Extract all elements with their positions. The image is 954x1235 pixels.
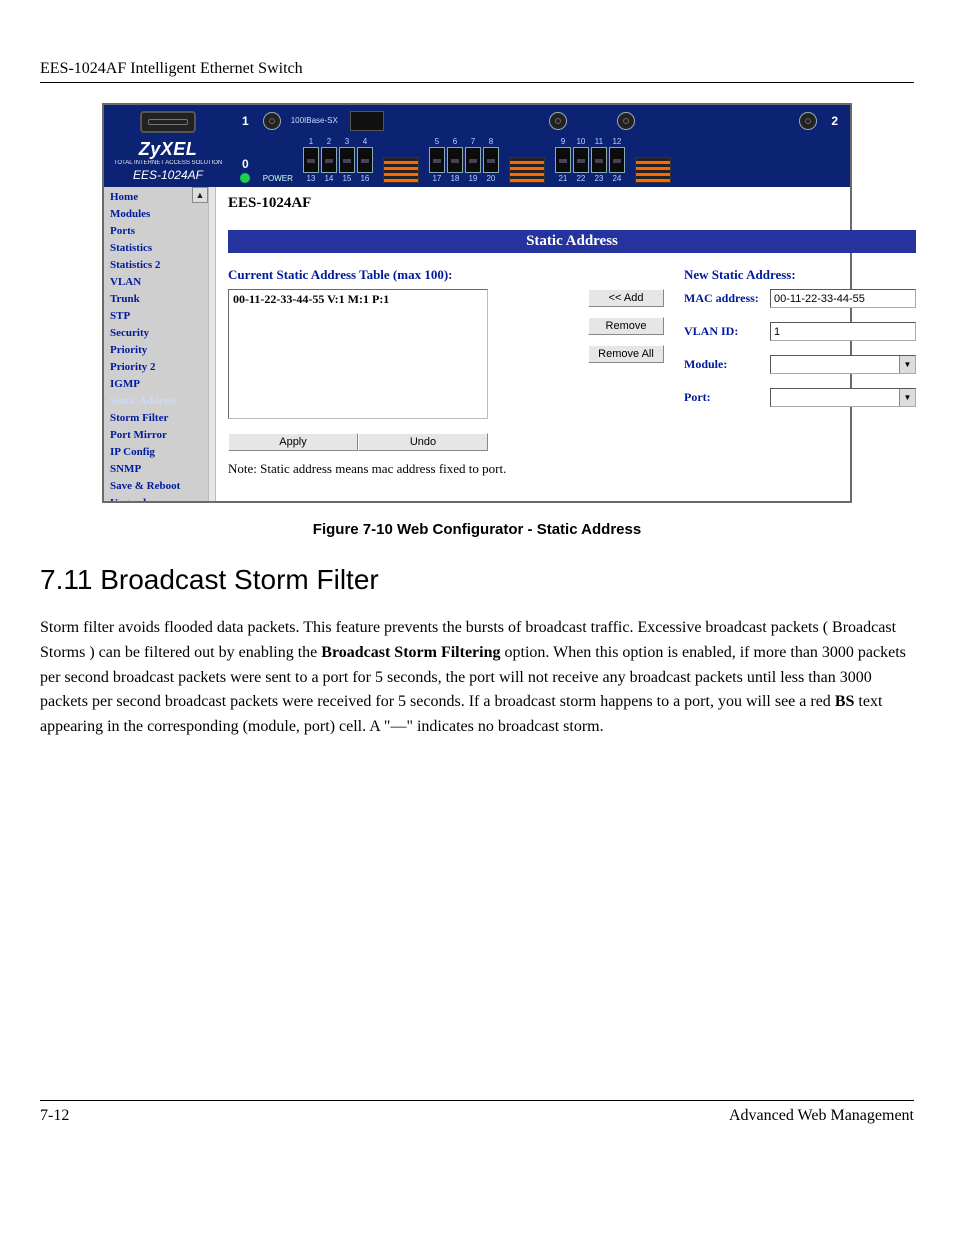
sidebar-item-security[interactable]: Security	[110, 325, 208, 342]
sidebar-item-stp[interactable]: STP	[110, 308, 208, 325]
page-title: EES-1024AF	[228, 195, 916, 212]
led-block-icon	[509, 157, 545, 183]
uplink-num: 0	[238, 157, 253, 171]
page-header: EES-1024AF Intelligent Ethernet Switch	[40, 60, 914, 78]
sidebar-item-upgrade[interactable]: Upgrade	[110, 495, 208, 501]
sidebar-item-port-mirror[interactable]: Port Mirror	[110, 427, 208, 444]
power-label: POWER	[263, 174, 293, 183]
web-configurator-screenshot: ZyXEL TOTAL INTERNET ACCESS SOLUTION EES…	[102, 103, 852, 503]
brand-model: EES-1024AF	[112, 168, 224, 182]
chevron-down-icon: ▼	[899, 356, 915, 373]
sidebar-item-priority-2[interactable]: Priority 2	[110, 359, 208, 376]
sidebar-item-save-reboot[interactable]: Save & Reboot	[110, 478, 208, 495]
current-table-label: Current Static Address Table (max 100):	[228, 267, 568, 283]
footer-page-number: 7-12	[40, 1107, 69, 1125]
module-label-1: 100IBase-SX	[291, 117, 338, 126]
sidebar-item-statistics-2[interactable]: Statistics 2	[110, 257, 208, 274]
sidebar-item-modules[interactable]: Modules	[110, 206, 208, 223]
fan-icon	[617, 112, 635, 130]
header-rule	[40, 82, 914, 83]
module-ports-icon	[350, 111, 384, 131]
sidebar-item-vlan[interactable]: VLAN	[110, 274, 208, 291]
undo-button[interactable]: Undo	[358, 433, 488, 451]
led-block-icon	[383, 157, 419, 183]
sidebar-item-snmp[interactable]: SNMP	[110, 461, 208, 478]
vlan-id-label: VLAN ID:	[684, 324, 770, 339]
sidebar-item-trunk[interactable]: Trunk	[110, 291, 208, 308]
module-select[interactable]: ▼	[770, 355, 916, 374]
scroll-up-button[interactable]: ▲	[192, 187, 208, 203]
module-num-right: 2	[827, 114, 842, 128]
ports-panel: 1 100IBase-SX 2 0 POWER	[238, 111, 842, 183]
remove-button[interactable]: Remove	[588, 317, 664, 335]
device-front-panel: ZyXEL TOTAL INTERNET ACCESS SOLUTION EES…	[104, 105, 850, 187]
sidebar-item-statistics[interactable]: Statistics	[110, 240, 208, 257]
sidebar-item-storm-filter[interactable]: Storm Filter	[110, 410, 208, 427]
port-label: Port:	[684, 390, 770, 405]
sidebar-item-ip-config[interactable]: IP Config	[110, 444, 208, 461]
module-num-left: 1	[238, 114, 253, 128]
sidebar-divider	[208, 187, 216, 501]
console-port-icon	[140, 111, 196, 133]
section-title-bar: Static Address	[228, 230, 916, 253]
brand-logo: ZyXEL	[112, 139, 224, 160]
sidebar-item-igmp[interactable]: IGMP	[110, 376, 208, 393]
figure-caption: Figure 7-10 Web Configurator - Static Ad…	[40, 521, 914, 538]
sidebar-item-priority[interactable]: Priority	[110, 342, 208, 359]
note-text: Note: Static address means mac address f…	[228, 461, 568, 477]
remove-all-button[interactable]: Remove All	[588, 345, 664, 363]
fan-icon	[549, 112, 567, 130]
chevron-down-icon: ▼	[899, 389, 915, 406]
vlan-id-input[interactable]	[770, 322, 916, 341]
page-footer: 7-12 Advanced Web Management	[40, 1100, 914, 1125]
sidebar-item-ports[interactable]: Ports	[110, 223, 208, 240]
nav-sidebar: ▲ Home Modules Ports Statistics Statisti…	[104, 187, 208, 501]
main-panel: EES-1024AF Static Address Current Static…	[216, 187, 928, 501]
power-led-icon	[240, 173, 250, 183]
led-block-icon	[635, 157, 671, 183]
footer-section-title: Advanced Web Management	[729, 1107, 914, 1125]
static-address-listbox[interactable]: 00-11-22-33-44-55 V:1 M:1 P:1	[228, 289, 488, 419]
mac-input[interactable]	[770, 289, 916, 308]
fan-icon	[799, 112, 817, 130]
mac-label: MAC address:	[684, 291, 770, 306]
body-paragraph: Storm filter avoids flooded data packets…	[40, 616, 914, 740]
fan-icon	[263, 112, 281, 130]
sidebar-item-static-address[interactable]: Static Address	[110, 393, 208, 410]
brand-tagline: TOTAL INTERNET ACCESS SOLUTION	[112, 160, 224, 166]
list-item[interactable]: 00-11-22-33-44-55 V:1 M:1 P:1	[233, 292, 483, 307]
new-address-label: New Static Address:	[684, 267, 916, 283]
apply-button[interactable]: Apply	[228, 433, 358, 451]
section-heading: 7.11 Broadcast Storm Filter	[40, 564, 914, 596]
brand-area: ZyXEL TOTAL INTERNET ACCESS SOLUTION EES…	[112, 111, 224, 182]
module-label: Module:	[684, 357, 770, 372]
port-select[interactable]: ▼	[770, 388, 916, 407]
add-button[interactable]: << Add	[588, 289, 664, 307]
